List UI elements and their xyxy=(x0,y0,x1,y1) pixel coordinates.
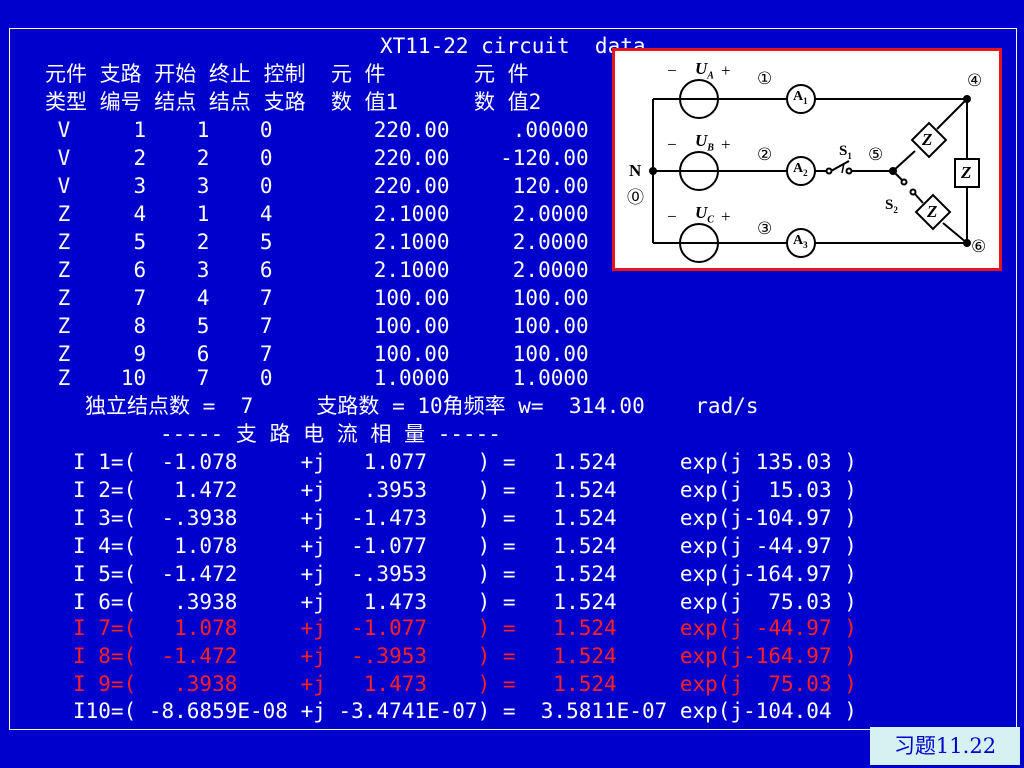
node-label-1: ① xyxy=(757,69,773,88)
current-line: I 3=( -.3938 +j -1.473 ) = 1.524 exp(j-1… xyxy=(73,506,857,530)
switch-label-2: S2 xyxy=(885,197,898,215)
node-label-2: ② xyxy=(757,145,773,164)
current-line: I10=( -8.6859E-08 +j -3.4741E-07) = 3.58… xyxy=(73,699,857,723)
table-row: Z 10 7 0 1.0000 1.0000 xyxy=(45,366,589,390)
impedance-label: Z xyxy=(922,130,933,149)
current-line-highlighted: I 9=( .3938 +j 1.473 ) = 1.524 exp(j 75.… xyxy=(73,672,857,696)
page-title: XT11-22 circuit data xyxy=(380,34,646,58)
node-label-4: ④ xyxy=(967,71,983,90)
node-label-3: ③ xyxy=(757,219,773,238)
impedance-label: Z xyxy=(961,163,972,182)
node-label-0: ⓪ xyxy=(627,188,644,207)
table-row: Z 5 2 5 2.1000 2.0000 xyxy=(45,230,589,254)
ammeter-label-3: A3 xyxy=(793,233,808,250)
table-row: Z 6 3 6 2.1000 2.0000 xyxy=(45,258,589,282)
ammeter-label-2: A2 xyxy=(793,161,808,178)
minus-sign: − xyxy=(667,207,677,226)
switch-label-1: S1 xyxy=(839,143,852,161)
plus-sign: + xyxy=(721,207,731,226)
minus-sign: − xyxy=(667,135,677,154)
current-line: I 5=( -1.472 +j -.3953 ) = 1.524 exp(j-1… xyxy=(73,562,857,586)
current-line: I 1=( -1.078 +j 1.077 ) = 1.524 exp(j 13… xyxy=(73,450,857,474)
neutral-label: N xyxy=(629,161,642,180)
plus-sign: + xyxy=(721,135,731,154)
node-label-5: ⑤ xyxy=(868,145,884,164)
table-row: Z 4 1 4 2.1000 2.0000 xyxy=(45,202,589,226)
table-row: V 1 1 0 220.00 .00000 xyxy=(45,118,589,142)
current-line: I 6=( .3938 +j 1.473 ) = 1.524 exp(j 75.… xyxy=(73,590,857,614)
impedance-label: Z xyxy=(927,202,938,221)
current-line-highlighted: I 8=( -1.472 +j -.3953 ) = 1.524 exp(j-1… xyxy=(73,644,857,668)
voltage-label-b: UB xyxy=(695,131,714,154)
minus-sign: − xyxy=(667,61,677,80)
section-title: ----- 支 路 电 流 相 量 ----- xyxy=(160,422,501,446)
node-label-6: ⑥ xyxy=(971,237,987,256)
table-header-line-1: 元件 支路 开始 终止 控制 元 件 元 件 xyxy=(45,62,529,86)
table-row: V 3 3 0 220.00 120.00 xyxy=(45,174,589,198)
plus-sign: + xyxy=(721,61,731,80)
table-header-line-2: 类型 编号 结点 结点 支路 数 值1 数 值2 xyxy=(45,90,542,114)
circuit-diagram: − + UA ① ④ A1 − + UB ② S1 ⑤ A2 N ⓪ S2 − … xyxy=(612,48,1002,271)
ammeter-label-1: A1 xyxy=(793,89,808,106)
table-row: Z 7 4 7 100.00 100.00 xyxy=(45,286,589,310)
voltage-label-a: UA xyxy=(695,59,714,82)
current-line: I 2=( 1.472 +j .3953 ) = 1.524 exp(j 15.… xyxy=(73,478,857,502)
summary-line: 独立结点数 = 7 支路数 = 10角频率 w= 314.00 rad/s xyxy=(85,394,759,418)
table-row: Z 8 5 7 100.00 100.00 xyxy=(45,314,589,338)
current-line-highlighted: I 7=( 1.078 +j -1.077 ) = 1.524 exp(j -4… xyxy=(73,616,857,640)
exercise-badge: 习题11.22 xyxy=(870,727,1020,765)
voltage-label-c: UC xyxy=(695,203,714,226)
table-row: V 2 2 0 220.00 -120.00 xyxy=(45,146,589,170)
current-line: I 4=( 1.078 +j -1.077 ) = 1.524 exp(j -4… xyxy=(73,534,857,558)
